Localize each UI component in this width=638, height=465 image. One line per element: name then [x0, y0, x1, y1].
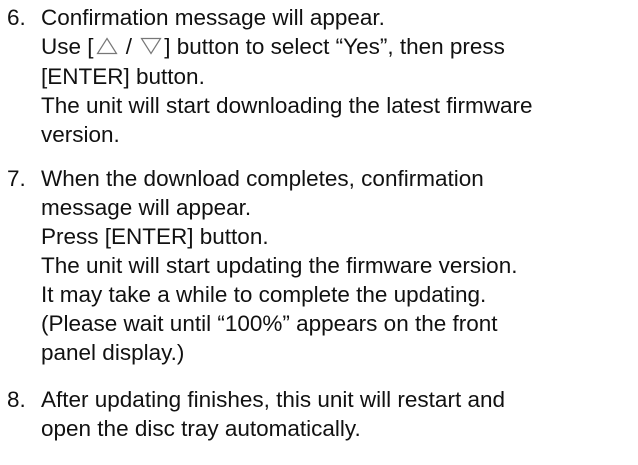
step-line: Confirmation message will appear. [41, 5, 385, 30]
step-line: version. [41, 122, 120, 147]
step-number: 6. [7, 5, 26, 30]
step-line: The unit will start updating the firmwar… [41, 253, 518, 278]
step-line: (Please wait until “100%” appears on the… [41, 311, 498, 336]
step-line: It may take a while to complete the upda… [41, 282, 487, 307]
step-text: After updating finishes, this unit will … [41, 385, 638, 443]
line-text-suffix: ] button to select “Yes”, then press [164, 34, 505, 59]
step-line: [ENTER] button. [41, 64, 205, 89]
step-line: When the download completes, confirmatio… [41, 166, 484, 191]
line-text-prefix: Use [ [41, 34, 94, 59]
step-number: 8. [7, 387, 26, 412]
step-text: Confirmation message will appear. Use [ … [41, 3, 638, 149]
triangle-down-icon [140, 33, 162, 62]
step-line: Press [ENTER] button. [41, 224, 269, 249]
step-line: panel display.) [41, 340, 185, 365]
step-line: The unit will start downloading the late… [41, 93, 533, 118]
triangle-up-icon [95, 33, 118, 62]
step-number: 7. [7, 166, 26, 191]
step-line-with-arrows: Use [ / ] button to select “Yes”, then p… [41, 32, 638, 62]
step-line: open the disc tray automatically. [41, 416, 361, 441]
step-text: When the download completes, confirmatio… [41, 164, 638, 367]
line-text-separator: / [119, 34, 139, 59]
step-line: After updating finishes, this unit will … [41, 387, 505, 412]
step-line: message will appear. [41, 195, 252, 220]
